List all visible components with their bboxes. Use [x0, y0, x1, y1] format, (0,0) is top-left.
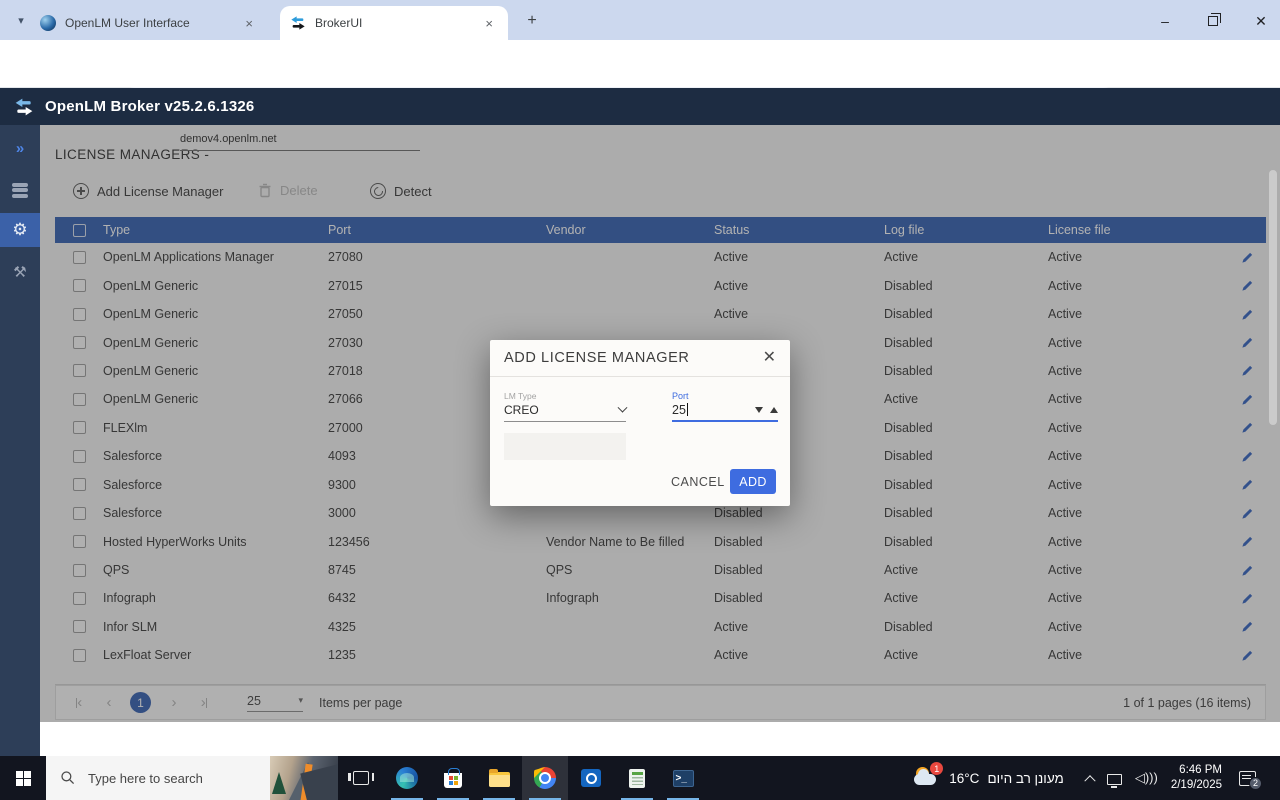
dialog-close-icon[interactable]: ✕ — [763, 350, 776, 366]
server-stack-icon — [12, 181, 28, 199]
tab-close-icon[interactable]: × — [480, 14, 498, 33]
browser-toolbar: ← → ↻ i localhost:5090/#/license-manager… — [0, 40, 1280, 88]
outlook-icon — [581, 769, 601, 787]
sidebar-item-servers[interactable] — [0, 173, 40, 207]
lm-type-dropdown[interactable]: LM Type CREO — [504, 391, 626, 422]
clock-date: 2/19/2025 — [1171, 778, 1222, 793]
greenshot-button[interactable] — [614, 756, 660, 800]
number-spinner[interactable] — [755, 407, 778, 413]
file-explorer-button[interactable] — [476, 756, 522, 800]
taskbar-search[interactable]: Type here to search — [46, 756, 338, 800]
tray-overflow-chevron-icon[interactable] — [1084, 775, 1095, 786]
tools-icon: ⚒ — [13, 263, 26, 281]
system-tray: ◁))) 6:46 PM 2/19/2025 2 — [1086, 763, 1270, 793]
port-value: 25 — [672, 403, 686, 417]
port-label: Port — [672, 391, 778, 401]
search-icon — [60, 770, 76, 786]
notes-app-icon — [629, 769, 645, 788]
network-icon[interactable] — [1107, 774, 1122, 785]
search-placeholder: Type here to search — [88, 771, 203, 786]
weather-cloud-icon: 1 — [913, 766, 941, 790]
chrome-icon — [534, 767, 556, 789]
app-header: OpenLM Broker v25.2.6.1326 — [0, 88, 1280, 125]
weather-widget[interactable]: 1 16°C מעונן רב היום — [913, 766, 1068, 790]
window-minimize-button[interactable]: – — [1150, 10, 1180, 32]
dropdown-shadow-block — [504, 433, 626, 460]
powershell-icon: >_ — [673, 770, 694, 787]
browser-tabstrip: ▾ OpenLM User Interface × BrokerUI × + –… — [0, 0, 1280, 40]
folder-icon — [489, 772, 510, 787]
lm-type-value: CREO — [504, 403, 539, 417]
weather-badge: 1 — [930, 762, 943, 775]
add-button[interactable]: ADD — [730, 469, 776, 494]
sidebar-item-settings[interactable]: ⚙ — [0, 213, 40, 247]
dialog-title: ADD LICENSE MANAGER — [504, 350, 689, 366]
text-cursor — [687, 403, 688, 416]
tab-title: OpenLM User Interface — [65, 16, 240, 30]
page-bottom-strip — [40, 722, 1280, 756]
store-icon — [444, 773, 462, 788]
browser-tab-brokerui[interactable]: BrokerUI × — [280, 6, 508, 40]
sidebar: » ⚙ ⚒ — [0, 125, 40, 756]
edge-icon — [396, 767, 418, 789]
new-tab-button[interactable]: + — [521, 10, 543, 32]
browser-scrollbar-thumb[interactable] — [1269, 170, 1277, 425]
gear-icon: ⚙ — [12, 220, 27, 240]
task-view-icon — [353, 771, 369, 785]
openlm-favicon-icon — [40, 15, 56, 31]
add-license-manager-dialog: ADD LICENSE MANAGER ✕ LM Type CREO Port … — [490, 340, 790, 506]
browser-tab-openlm-ui[interactable]: OpenLM User Interface × — [30, 6, 268, 40]
weather-description: מעונן רב היום — [987, 771, 1063, 786]
tab-search-chevron-icon[interactable]: ▾ — [10, 9, 32, 31]
spinner-up-icon[interactable] — [770, 407, 778, 413]
outlook-button[interactable] — [568, 756, 614, 800]
start-button[interactable] — [0, 756, 46, 800]
action-center-icon[interactable]: 2 — [1239, 771, 1256, 786]
edge-button[interactable] — [384, 756, 430, 800]
chrome-button[interactable] — [522, 756, 568, 800]
speaker-icon[interactable]: ◁))) — [1135, 770, 1158, 786]
spinner-down-icon[interactable] — [755, 407, 763, 413]
screen: ▾ OpenLM User Interface × BrokerUI × + –… — [0, 0, 1280, 800]
store-button[interactable] — [430, 756, 476, 800]
tab-title: BrokerUI — [315, 16, 480, 30]
action-center-badge: 2 — [1249, 777, 1262, 790]
sidebar-expand-icon[interactable]: » — [0, 131, 40, 165]
powershell-button[interactable]: >_ — [660, 756, 706, 800]
broker-logo-icon — [14, 97, 34, 117]
dropdown-chevron-icon — [618, 402, 628, 412]
port-input[interactable]: Port 25 — [672, 391, 778, 422]
lm-type-label: LM Type — [504, 391, 626, 401]
taskbar-right: 1 16°C מעונן רב היום ◁))) 6:46 PM 2/19/2… — [913, 756, 1280, 800]
search-highlight-art[interactable] — [270, 756, 338, 800]
sidebar-item-tools[interactable]: ⚒ — [0, 255, 40, 289]
windows-taskbar: Type here to search >_ 1 16°C מעונן רב ה… — [0, 756, 1280, 800]
dialog-header: ADD LICENSE MANAGER ✕ — [490, 340, 790, 377]
task-view-button[interactable] — [338, 756, 384, 800]
taskbar-clock[interactable]: 6:46 PM 2/19/2025 — [1171, 763, 1222, 793]
tab-close-icon[interactable]: × — [240, 14, 258, 33]
window-restore-button[interactable] — [1198, 10, 1228, 32]
window-close-button[interactable]: ✕ — [1246, 10, 1276, 32]
clock-time: 6:46 PM — [1171, 763, 1222, 778]
sync-arrows-favicon-icon — [290, 15, 306, 31]
app-title: OpenLM Broker v25.2.6.1326 — [45, 98, 254, 115]
weather-temp: 16°C — [949, 771, 979, 786]
cancel-button[interactable]: CANCEL — [671, 475, 725, 489]
windows-logo-icon — [16, 771, 31, 786]
